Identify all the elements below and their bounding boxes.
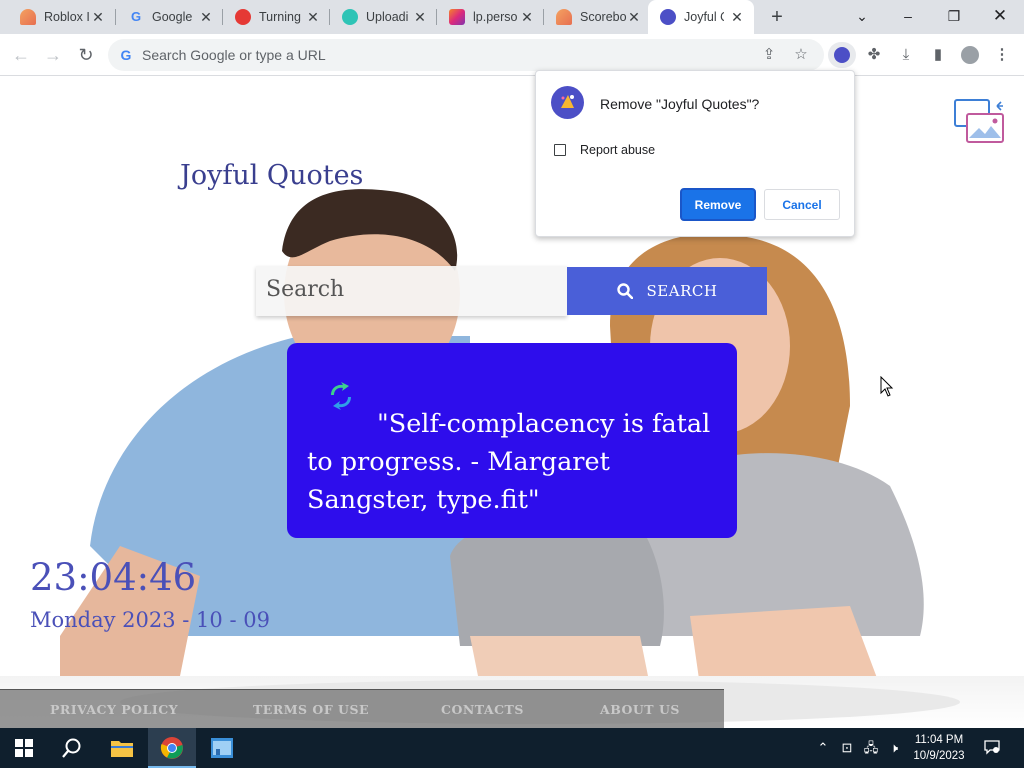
search-icon[interactable] — [48, 728, 96, 768]
volume-muted-icon[interactable]: 🕨 — [886, 740, 902, 756]
bookmark-star-icon[interactable]: ☆ — [792, 46, 810, 64]
system-time: 11:04 PM — [914, 734, 964, 746]
remove-extension-dialog: Remove "Joyful Quotes"? Report abuse Rem… — [535, 70, 855, 237]
tab-joyful-quotes[interactable]: Joyful Q ✕ — [648, 0, 754, 34]
report-abuse-checkbox[interactable] — [554, 144, 566, 156]
joyful-quotes-extension-button[interactable] — [828, 42, 856, 68]
tab-scoreboard[interactable]: Scorebo ✕ — [536, 0, 651, 34]
windows-taskbar: ⌃ ⊡ 🖧 🕨 11:04 PM 10/9/2023 — [0, 728, 1024, 768]
search-button-label: SEARCH — [646, 282, 718, 300]
system-clock[interactable]: 11:04 PM 10/9/2023 — [906, 732, 972, 764]
restore-icon[interactable]: ❐ — [944, 6, 964, 26]
tab-upload[interactable]: Uploadi ✕ — [322, 0, 437, 34]
about-us-link[interactable]: ABOUT US — [600, 702, 680, 717]
minimize-icon[interactable]: – — [898, 6, 918, 26]
close-icon[interactable]: ✕ — [91, 10, 105, 24]
share-icon[interactable]: ⇪ — [760, 46, 778, 64]
file-explorer-icon[interactable] — [98, 728, 146, 768]
tab-label: Joyful Q — [684, 10, 724, 24]
tab-label: Google — [152, 10, 193, 24]
tab-label: Uploadi — [366, 10, 409, 24]
close-icon[interactable]: ✕ — [730, 10, 744, 24]
profile-avatar-icon[interactable] — [960, 45, 980, 65]
tab-lp-perso[interactable]: lp.perso ✕ — [429, 0, 544, 34]
google-favicon-icon: G — [130, 9, 142, 24]
system-date: 10/9/2023 — [913, 750, 965, 762]
clock-time: 23:04:46 — [30, 556, 197, 599]
notifications-icon[interactable] — [984, 739, 1000, 755]
tab-label: Roblox I — [44, 10, 90, 24]
kebab-menu-icon[interactable]: ⋮ — [992, 45, 1012, 65]
footer-links: PRIVACY POLICY TERMS OF USE CONTACTS ABO… — [0, 689, 724, 728]
remove-button[interactable]: Remove — [680, 188, 756, 221]
search-placeholder: Search — [266, 277, 345, 302]
tab-roblox[interactable]: Roblox I ✕ — [0, 0, 115, 34]
browser-toolbar: ← → ↻ G Search Google or type a URL ⇪ ☆ … — [0, 34, 1024, 76]
omnibox[interactable]: G Search Google or type a URL ⇪ ☆ — [108, 39, 824, 71]
chrome-taskbar-icon[interactable] — [148, 728, 196, 768]
chevron-up-icon[interactable]: ⌃ — [815, 740, 831, 756]
quote-text: "Self-complacency is fatal to progress. … — [307, 409, 711, 515]
omnibox-placeholder: Search Google or type a URL — [142, 47, 326, 63]
side-panel-icon[interactable]: ▮ — [928, 45, 948, 65]
clock-date: Monday 2023 - 10 - 09 — [30, 608, 270, 632]
upload-favicon-icon — [342, 9, 358, 25]
joyful-quotes-favicon-icon — [660, 9, 676, 25]
close-icon[interactable]: ✕ — [627, 10, 641, 24]
new-tab-page: Joyful Quotes Search SEARCH "Self-compla… — [0, 76, 1024, 728]
download-icon[interactable]: ⤓ — [896, 45, 916, 65]
search-input[interactable]: Search — [256, 266, 567, 316]
close-icon[interactable]: ✕ — [306, 10, 320, 24]
forward-arrow-icon[interactable]: → — [42, 44, 64, 66]
close-icon[interactable]: ✕ — [520, 10, 534, 24]
search-icon — [616, 283, 633, 300]
tab-label: Scorebo — [580, 10, 627, 24]
roblox-favicon-icon — [20, 9, 36, 25]
tab-label: Turning — [259, 10, 301, 24]
privacy-policy-link[interactable]: PRIVACY POLICY — [50, 702, 178, 717]
network-alert-icon[interactable]: ⊡ — [839, 740, 855, 756]
dialog-title: Remove "Joyful Quotes"? — [600, 96, 760, 112]
terms-of-use-link[interactable]: TERMS OF USE — [253, 702, 369, 717]
tab-search-chevron-down-icon[interactable]: ⌄ — [852, 6, 872, 26]
back-arrow-icon[interactable]: ← — [10, 44, 32, 66]
report-abuse-label[interactable]: Report abuse — [580, 143, 655, 157]
reload-icon[interactable]: ↻ — [75, 44, 97, 66]
google-g-icon: G — [120, 47, 132, 63]
new-tab-plus-icon[interactable]: + — [766, 7, 788, 29]
wallpaper-change-icon[interactable] — [953, 98, 1005, 146]
joyful-quotes-extension-icon — [834, 47, 850, 63]
tab-label: lp.perso — [473, 10, 518, 24]
lock-favicon-icon — [235, 9, 251, 25]
cancel-button[interactable]: Cancel — [764, 189, 840, 220]
window-close-icon[interactable]: ✕ — [990, 6, 1010, 26]
joyful-quotes-extension-icon — [551, 86, 584, 119]
instagram-favicon-icon — [449, 9, 465, 25]
start-windows-icon[interactable] — [0, 728, 48, 768]
scoreboard-favicon-icon — [556, 9, 572, 25]
network-icon[interactable]: 🖧 — [863, 740, 879, 756]
contacts-link[interactable]: CONTACTS — [441, 702, 524, 717]
control-panel-icon[interactable] — [198, 728, 246, 768]
close-icon[interactable]: ✕ — [413, 10, 427, 24]
tab-turning[interactable]: Turning ✕ — [215, 0, 330, 34]
quote-card: "Self-complacency is fatal to progress. … — [287, 343, 737, 538]
page-title: Joyful Quotes — [180, 160, 364, 191]
tab-strip: Roblox I ✕ G Google ✕ Turning ✕ Uploadi … — [0, 0, 1024, 34]
search-button[interactable]: SEARCH — [567, 267, 767, 315]
extensions-puzzle-icon[interactable]: ✤ — [864, 45, 884, 65]
close-icon[interactable]: ✕ — [199, 10, 213, 24]
tab-google[interactable]: G Google ✕ — [108, 0, 223, 34]
mouse-pointer-icon — [880, 375, 894, 398]
